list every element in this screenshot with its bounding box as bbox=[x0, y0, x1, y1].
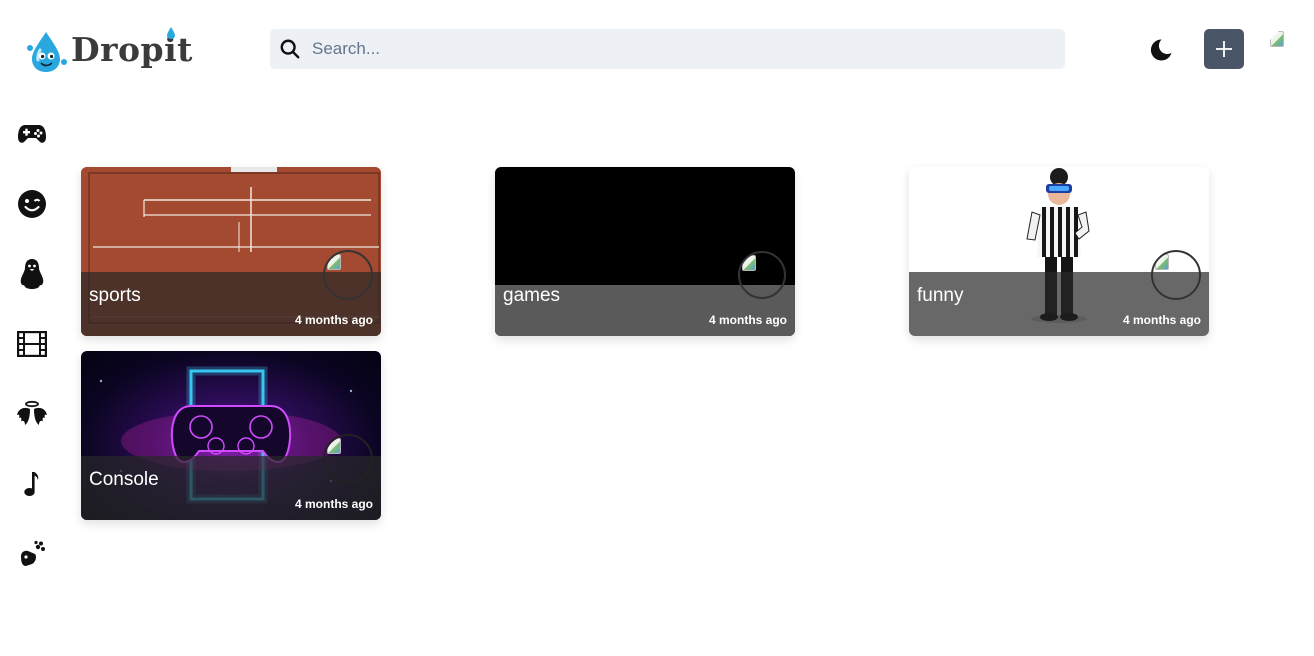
search-icon bbox=[280, 39, 300, 59]
broken-image-icon bbox=[327, 438, 341, 454]
search-input[interactable] bbox=[312, 29, 1052, 69]
pin-title: funny bbox=[917, 285, 964, 306]
broken-image-icon bbox=[742, 255, 756, 271]
pin-title: sports bbox=[89, 285, 141, 306]
dropit-logo[interactable]: Dropit bbox=[24, 26, 199, 74]
pin-timestamp: 4 months ago bbox=[1122, 313, 1201, 327]
broken-image-icon bbox=[327, 254, 341, 270]
plus-icon bbox=[1216, 41, 1232, 57]
logo-drop-icon bbox=[167, 27, 175, 39]
pin-card-console[interactable]: Console 4 months ago bbox=[81, 351, 381, 520]
search-bar[interactable] bbox=[270, 29, 1065, 69]
sidebar-item-angels[interactable] bbox=[14, 394, 50, 434]
header: Dropit bbox=[0, 0, 1314, 100]
pin-author-avatar[interactable] bbox=[738, 251, 786, 299]
pin-timestamp: 4 months ago bbox=[708, 313, 787, 327]
pin-title: Console bbox=[89, 469, 159, 490]
wink-face-icon bbox=[18, 190, 46, 218]
penguin-icon bbox=[20, 259, 44, 289]
pin-author-avatar[interactable] bbox=[1151, 250, 1201, 300]
dog-paw-icon bbox=[21, 540, 45, 566]
user-avatar[interactable] bbox=[1268, 29, 1308, 69]
pin-card-games[interactable]: games 4 months ago bbox=[495, 167, 795, 336]
wings-icon bbox=[17, 400, 47, 425]
pin-card-funny[interactable]: funny 4 months ago bbox=[909, 167, 1209, 336]
pin-timestamp: 4 months ago bbox=[294, 313, 373, 327]
pin-card-sports[interactable]: sports 4 months ago bbox=[81, 167, 381, 336]
broken-image-icon bbox=[1155, 254, 1169, 270]
pin-author-avatar[interactable] bbox=[323, 250, 373, 300]
sidebar-item-linux[interactable] bbox=[14, 254, 50, 294]
sidebar-item-pets[interactable] bbox=[14, 534, 50, 574]
music-note-icon bbox=[24, 472, 39, 496]
gamepad-icon bbox=[18, 125, 46, 143]
add-pin-button[interactable] bbox=[1204, 29, 1244, 69]
sidebar-item-games[interactable] bbox=[14, 114, 50, 154]
broken-image-icon bbox=[1270, 31, 1284, 47]
pin-timestamp: 4 months ago bbox=[294, 497, 373, 511]
sidebar-item-music[interactable] bbox=[14, 464, 50, 504]
film-icon bbox=[17, 331, 47, 357]
water-drop-mascot-icon bbox=[27, 32, 67, 72]
pin-author-avatar[interactable] bbox=[323, 434, 373, 484]
pin-title: games bbox=[503, 285, 561, 306]
sidebar-item-movies[interactable] bbox=[14, 324, 50, 364]
sidebar-item-funny[interactable] bbox=[14, 184, 50, 224]
dark-mode-moon-icon[interactable] bbox=[1147, 36, 1175, 64]
